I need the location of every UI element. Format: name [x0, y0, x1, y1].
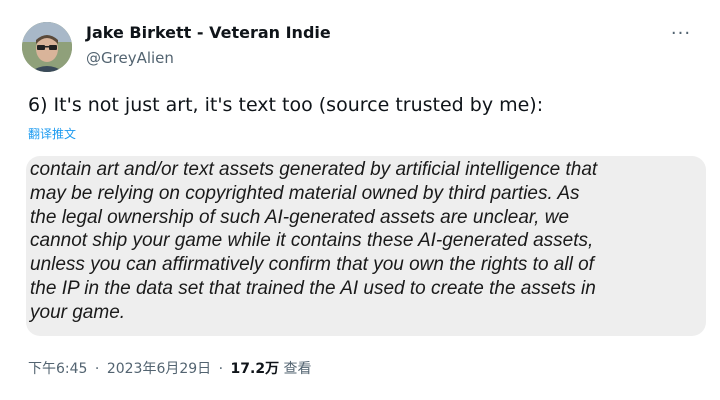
media-text-line: unless you can affirmatively confirm tha…	[30, 254, 594, 276]
tweet-date[interactable]: 2023年6月29日	[107, 361, 211, 377]
media-text-line: the IP in the data set that trained the …	[30, 277, 596, 299]
media-text-line: may be relying on copyrighted material o…	[30, 182, 580, 204]
author-info: Jake Birkett - Veteran Indie @GreyAlien	[86, 22, 331, 68]
tweet-footer: 下午6:45 · 2023年6月29日 · 17.2万 查看	[28, 359, 312, 379]
more-icon: ···	[670, 22, 692, 44]
views-count[interactable]: 17.2万	[231, 361, 280, 377]
tweet-media-image[interactable]: contain art and/or text assets generated…	[26, 156, 706, 336]
media-text-line: the legal ownership of such AI-generated…	[30, 206, 570, 228]
views-label: 查看	[283, 361, 312, 377]
media-text-line: contain art and/or text assets generated…	[30, 159, 598, 180]
separator: ·	[94, 361, 100, 377]
translate-tweet-link[interactable]: 翻译推文	[28, 126, 76, 142]
avatar[interactable]	[22, 22, 72, 72]
tweet-time[interactable]: 下午6:45	[28, 361, 87, 377]
tweet-text: 6) It's not just art, it's text too (sou…	[28, 94, 544, 116]
media-quoted-text: contain art and/or text assets generated…	[30, 158, 704, 325]
author-display-name[interactable]: Jake Birkett - Veteran Indie	[86, 22, 331, 44]
tweet-header: Jake Birkett - Veteran Indie @GreyAlien …	[18, 16, 702, 76]
separator: ·	[218, 361, 224, 377]
more-options-button[interactable]: ···	[666, 18, 696, 48]
avatar-image	[22, 22, 72, 72]
author-handle[interactable]: @GreyAlien	[86, 48, 331, 68]
media-text-line: your game.	[30, 301, 126, 323]
media-text-line: cannot ship your game while it contains …	[30, 230, 594, 252]
